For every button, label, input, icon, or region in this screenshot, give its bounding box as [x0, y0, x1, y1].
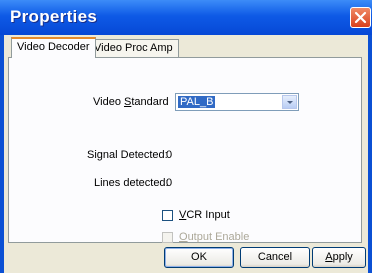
window-title: Properties	[10, 7, 98, 26]
ok-button[interactable]: OK	[164, 247, 234, 268]
apply-button[interactable]: Apply	[312, 247, 366, 268]
output-enable-label: Output Enable	[179, 231, 250, 243]
video-standard-select[interactable]: PAL_B	[175, 93, 299, 111]
properties-window: Properties Video Decoder Video Proc Amp …	[0, 0, 372, 273]
tab-panel: Video Standard PAL_B Signal Detected: 0 …	[8, 57, 362, 243]
tab-video-proc-amp[interactable]: Video Proc Amp	[88, 39, 179, 57]
video-standard-label: Video Standard	[93, 96, 169, 108]
lines-detected-value: 0	[166, 177, 173, 189]
video-standard-value: PAL_B	[178, 96, 216, 108]
signal-detected-label: Signal Detected:	[87, 149, 168, 161]
cancel-button[interactable]: Cancel	[240, 247, 310, 268]
tab-video-decoder[interactable]: Video Decoder	[11, 37, 96, 58]
signal-detected-value: 0	[166, 149, 173, 161]
vcr-input-checkbox[interactable]	[162, 210, 173, 221]
lines-detected-label: Lines detected:	[94, 177, 169, 189]
title-bar[interactable]: Properties	[0, 0, 372, 35]
dialog-client-area: Video Decoder Video Proc Amp Video Stand…	[4, 35, 368, 273]
close-button[interactable]	[350, 7, 371, 28]
close-icon	[354, 11, 367, 24]
chevron-down-icon[interactable]	[282, 95, 297, 109]
output-enable-checkbox	[162, 232, 173, 243]
vcr-input-label[interactable]: VCR Input	[179, 209, 230, 221]
